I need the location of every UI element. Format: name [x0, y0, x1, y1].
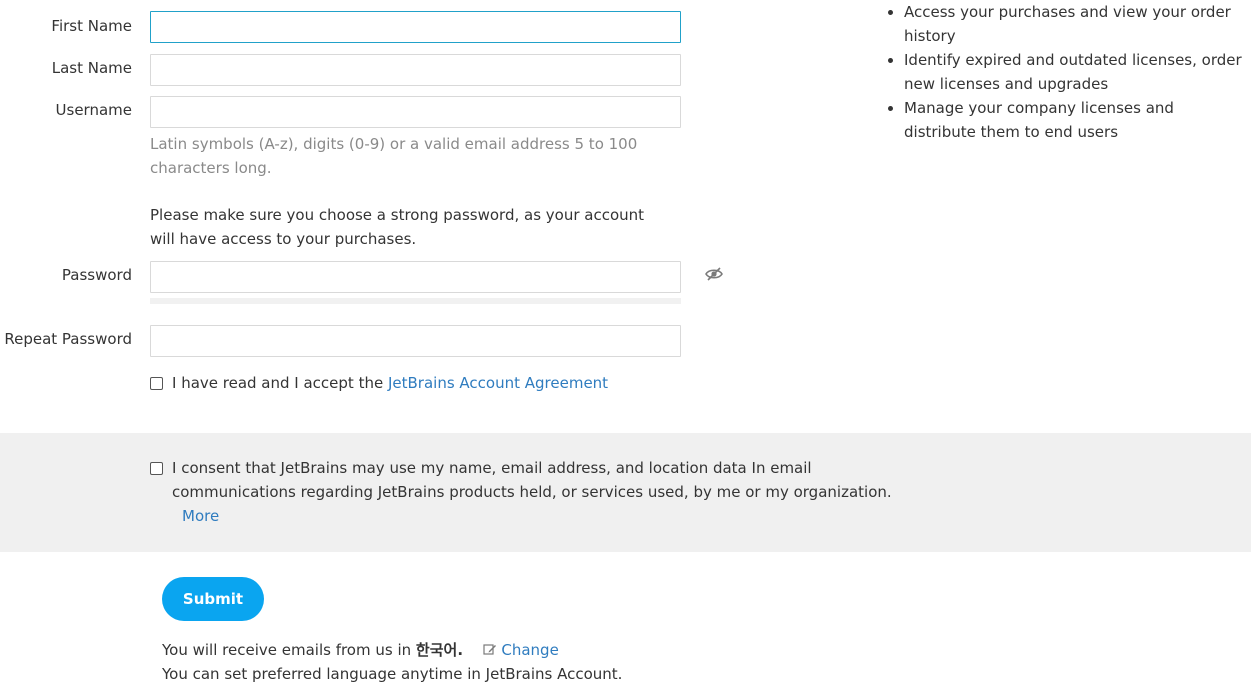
agreement-text: I have read and I accept the — [172, 374, 384, 392]
benefit-item: Identify expired and outdated licenses, … — [886, 48, 1246, 96]
benefits-list: Access your purchases and view your orde… — [886, 0, 1246, 144]
language-name: 한국어. — [415, 641, 464, 659]
language-note: You can set preferred language anytime i… — [162, 665, 623, 683]
agreement-link[interactable]: JetBrains Account Agreement — [388, 374, 608, 392]
password-label: Password — [61, 266, 132, 284]
language-prefix: You will receive emails from us in — [162, 641, 412, 659]
consent-more-link[interactable]: More — [182, 504, 219, 528]
consent-checkbox[interactable] — [150, 462, 163, 475]
submit-button[interactable]: Submit — [162, 577, 264, 621]
username-label: Username — [55, 101, 132, 119]
edit-icon — [482, 644, 496, 655]
username-hint: Latin symbols (A-z), digits (0-9) or a v… — [150, 135, 638, 177]
password-input[interactable] — [150, 261, 681, 293]
agreement-checkbox[interactable] — [150, 377, 163, 390]
language-line: You will receive emails from us in 한국어. … — [162, 638, 559, 662]
benefit-item: Manage your company licenses and distrib… — [886, 96, 1246, 144]
repeat-password-input[interactable] — [150, 325, 681, 357]
username-input[interactable] — [150, 96, 681, 128]
repeat-password-label: Repeat Password — [4, 330, 132, 348]
password-note: Please make sure you choose a strong pas… — [150, 206, 645, 248]
eye-slash-icon[interactable] — [704, 266, 724, 282]
last-name-label: Last Name — [51, 59, 132, 77]
change-link-label[interactable]: Change — [501, 641, 558, 659]
password-strength-bar — [150, 298, 681, 304]
consent-text: I consent that JetBrains may use my name… — [172, 459, 892, 501]
first-name-label: First Name — [51, 17, 132, 35]
agreement-line: I have read and I accept the JetBrains A… — [172, 371, 608, 395]
last-name-input[interactable] — [150, 54, 681, 86]
benefit-item: Access your purchases and view your orde… — [886, 0, 1246, 48]
change-language-link[interactable]: Change — [482, 641, 559, 659]
first-name-input[interactable] — [150, 11, 681, 43]
